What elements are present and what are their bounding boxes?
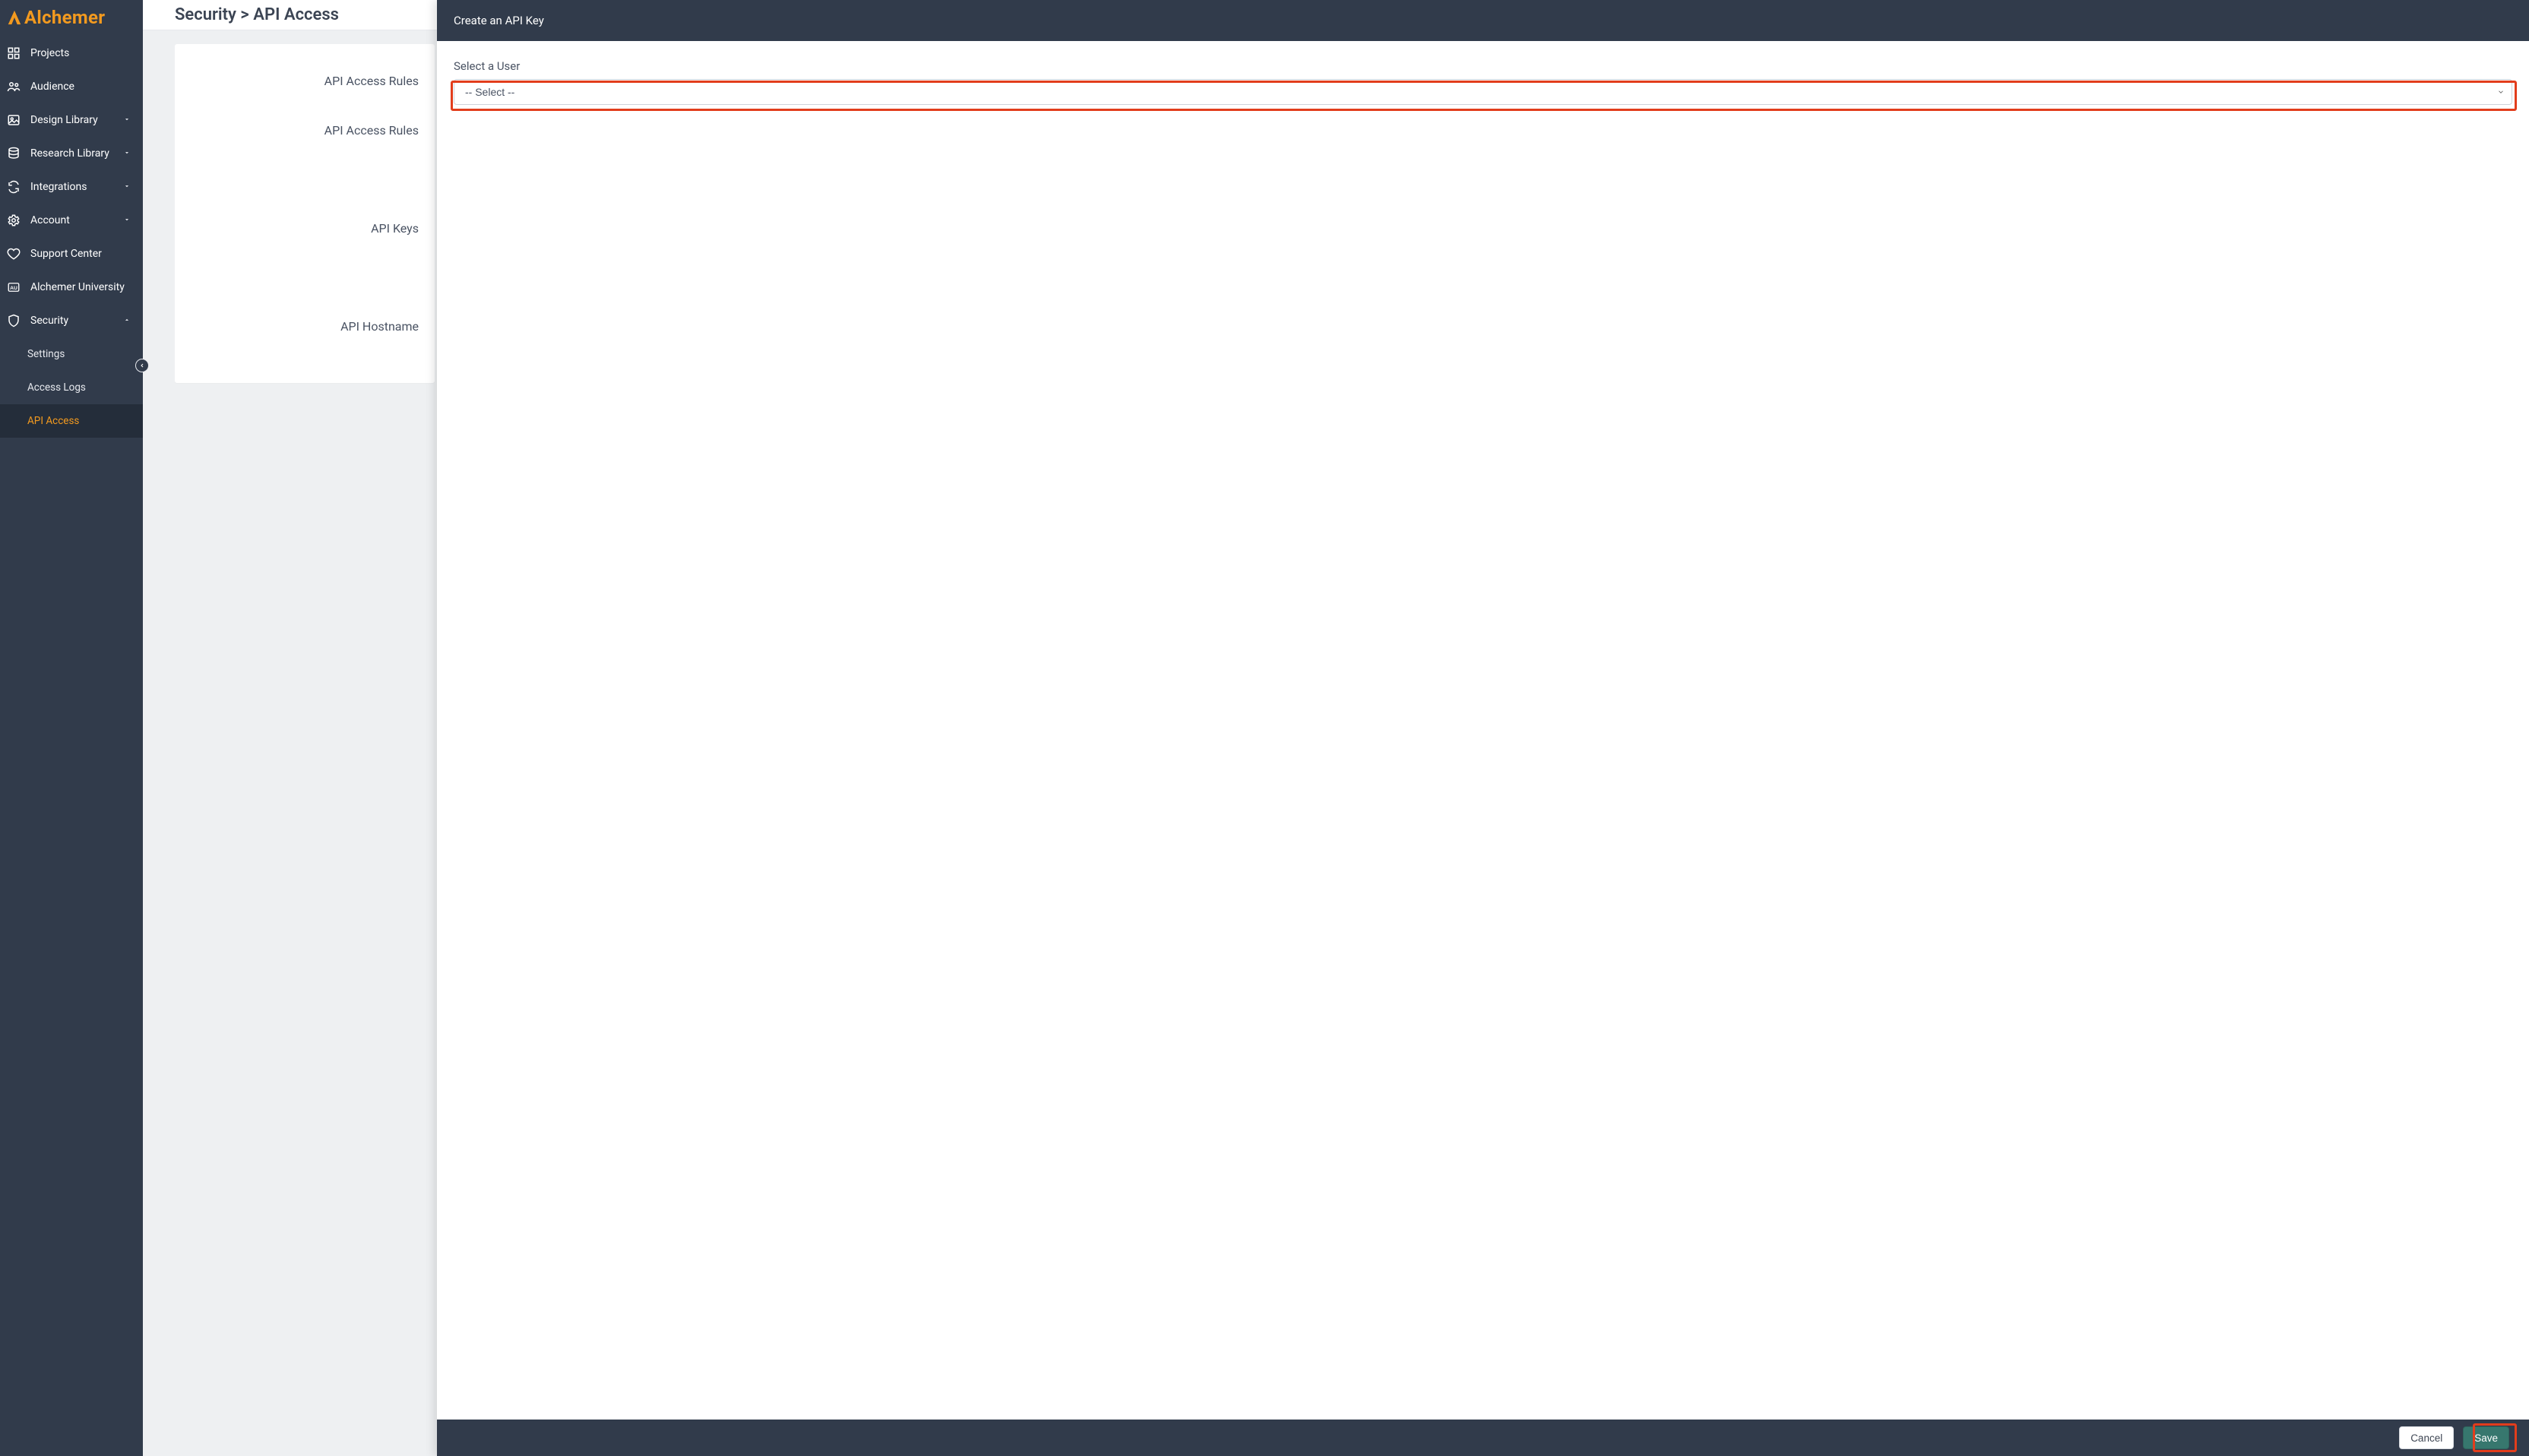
shield-icon [6,313,21,328]
sidebar-item-label: Projects [30,47,132,59]
caret-down-icon [123,182,132,191]
university-icon: AU [6,280,21,295]
sidebar-sub-settings[interactable]: Settings [0,337,143,371]
sidebar-item-account[interactable]: Account [0,204,143,237]
panel-title: Create an API Key [454,14,544,27]
sidebar-item-label: Research Library [30,147,114,160]
sidebar-item-audience[interactable]: Audience [0,70,143,103]
caret-down-icon [123,116,132,125]
save-button-label: Save [2474,1432,2498,1444]
svg-text:AU: AU [10,286,17,291]
heart-icon [6,246,21,261]
gear-icon [6,213,21,228]
sidebar-item-integrations[interactable]: Integrations [0,170,143,204]
cancel-button-label: Cancel [2410,1432,2442,1444]
panel-body: Select a User -- Select -- [437,41,2529,1420]
sidebar-sub-api-access[interactable]: API Access [0,404,143,438]
people-icon [6,79,21,94]
brand-mark-icon [6,9,23,26]
brand-logo: Alchemer [0,0,143,30]
sync-icon [6,179,21,195]
section-api-access-rules-1: API Access Rules [191,66,419,96]
breadcrumb: Security > API Access [175,5,339,24]
sidebar-item-support-center[interactable]: Support Center [0,237,143,271]
create-api-key-panel: Create an API Key Select a User -- Selec… [437,0,2529,1456]
sidebar-item-label: Design Library [30,114,114,126]
sidebar-item-security[interactable]: Security [0,304,143,337]
sidebar-item-design-library[interactable]: Design Library [0,103,143,137]
sidebar-item-alchemer-university[interactable]: AU Alchemer University [0,271,143,304]
select-user-label: Select a User [454,59,2512,73]
section-api-keys: API Keys [191,214,419,243]
panel-header: Create an API Key [437,0,2529,41]
save-button[interactable]: Save [2463,1426,2509,1449]
sidebar-item-label: Integrations [30,181,114,193]
section-api-access-rules-2: API Access Rules [191,116,419,145]
sidebar-item-label: Security [30,315,114,327]
api-access-card: API Access Rules API Access Rules API Ke… [175,44,435,383]
caret-up-icon [123,316,132,325]
brand-name: Alchemer [24,7,105,28]
image-icon [6,112,21,128]
sidebar-sub-label: Access Logs [27,381,86,394]
select-user-wrap: -- Select -- [454,79,2512,105]
sidebar-item-research-library[interactable]: Research Library [0,137,143,170]
panel-footer: Cancel Save [437,1420,2529,1456]
grid-icon [6,46,21,61]
sidebar-item-label: Support Center [30,248,132,260]
section-api-hostname: API Hostname [191,312,419,341]
caret-down-icon [123,149,132,158]
sidebar-sub-access-logs[interactable]: Access Logs [0,371,143,404]
cancel-button[interactable]: Cancel [2399,1426,2454,1449]
sidebar-nav: Projects Audience Design Library [0,30,143,438]
caret-down-icon [123,216,132,225]
sidebar-item-label: Alchemer University [30,281,132,293]
sidebar-item-label: Account [30,214,114,226]
database-icon [6,146,21,161]
sidebar-sub-label: API Access [27,415,79,427]
sidebar-item-projects[interactable]: Projects [0,36,143,70]
app-root: Alchemer Projects Audience Design Librar [0,0,2529,1456]
select-user-dropdown[interactable]: -- Select -- [454,79,2512,105]
sidebar: Alchemer Projects Audience Design Librar [0,0,143,1456]
sidebar-item-label: Audience [30,81,132,93]
sidebar-sub-label: Settings [27,348,65,360]
